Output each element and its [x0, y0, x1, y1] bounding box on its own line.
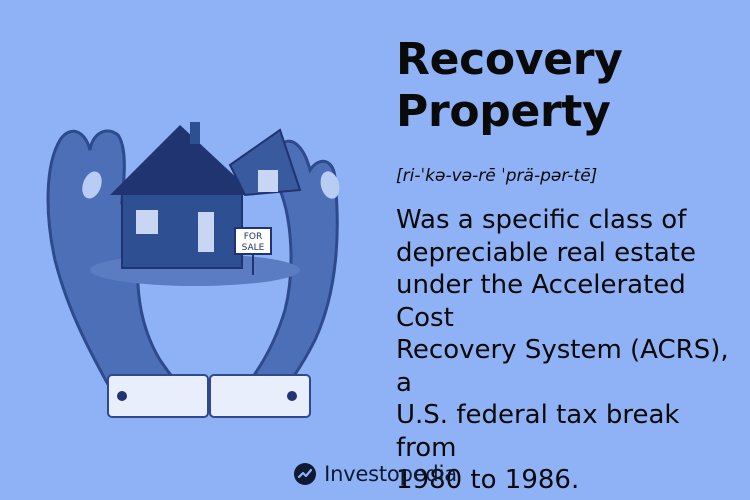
hands-house-illustration: FOR SALE: [46, 122, 340, 418]
term-title-line1: Recovery: [396, 34, 623, 85]
definition-line: U.S. federal tax break from: [396, 400, 680, 463]
right-cuff: [209, 374, 311, 418]
sign-line2: SALE: [242, 243, 265, 253]
left-cuff: [107, 374, 209, 418]
definition-panel: Recovery Property [ri-ˈkə-və-rē ˈprä-pər…: [396, 34, 741, 497]
term-title: Recovery Property: [396, 34, 741, 138]
definition-text: Was a specific class of depreciable real…: [396, 204, 741, 497]
definition-line: under the Accelerated Cost: [396, 270, 686, 333]
investopedia-logo-icon: [294, 463, 317, 485]
definition-line: Recovery System (ACRS), a: [396, 335, 729, 398]
brand-name: Investopedia: [324, 462, 457, 486]
definition-line: Was a specific class of: [396, 205, 687, 235]
pronunciation: [ri-ˈkə-və-rē ˈprä-pər-tē]: [396, 166, 598, 186]
sign-line1: FOR: [244, 232, 263, 242]
footer: Investopedia: [0, 462, 750, 486]
definition-line: depreciable real estate: [396, 237, 696, 268]
term-title-line2: Property: [396, 86, 611, 137]
